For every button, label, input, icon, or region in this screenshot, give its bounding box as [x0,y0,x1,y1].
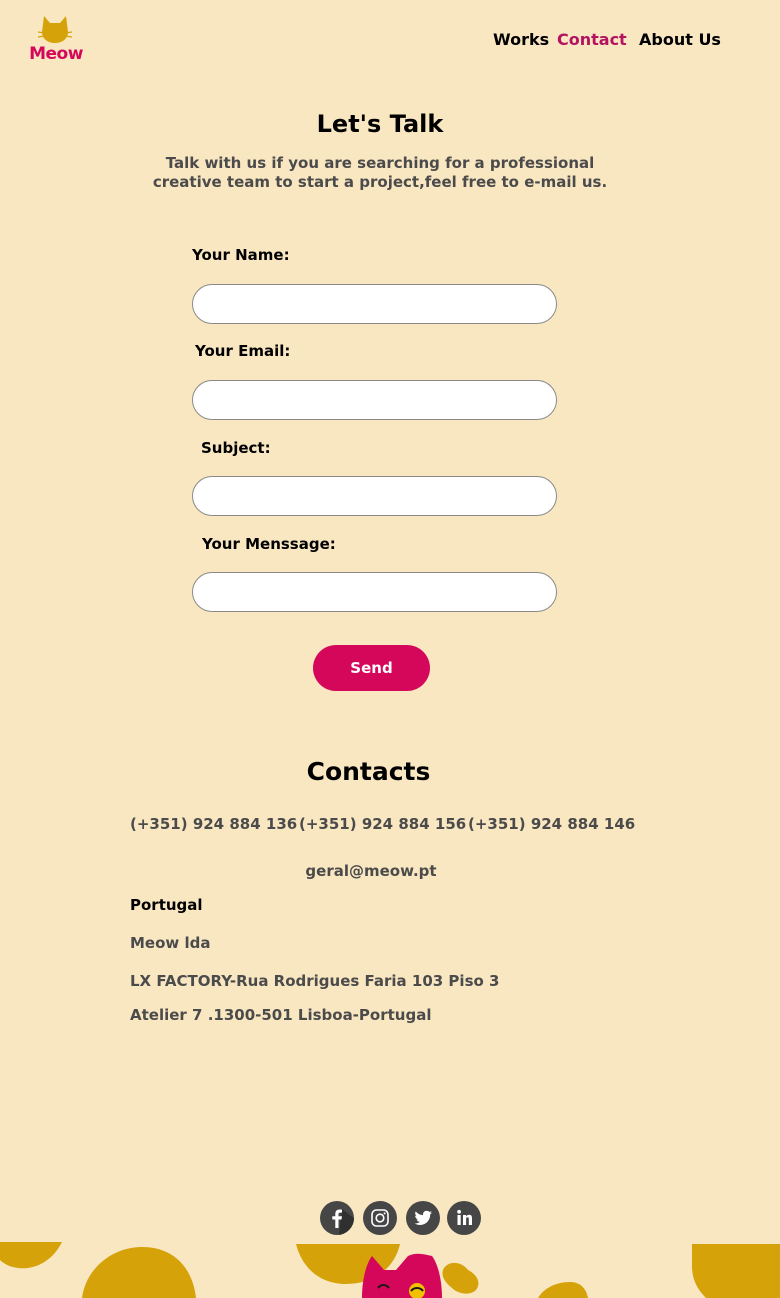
nav-link-about-us[interactable]: About Us [639,30,721,49]
contacts-title: Contacts [306,757,431,786]
subject-field[interactable] [192,476,557,516]
facebook-icon[interactable] [320,1201,354,1235]
address-line-2: Atelier 7 .1300-501 Lisboa-Portugal [130,1006,432,1024]
message-label: Your Menssage: [202,535,336,553]
phone-number[interactable]: (+351) 924 884 146 [468,815,635,833]
phone-number[interactable]: (+351) 924 884 156 [299,815,466,833]
address-country: Portugal [130,896,203,914]
company-name: Meow lda [130,934,211,952]
address-line-1: LX FACTORY-Rua Rodrigues Faria 103 Piso … [130,972,500,990]
phone-number[interactable]: (+351) 924 884 136 [130,815,297,833]
nav-link-works[interactable]: Works [493,30,549,49]
intro-text: Talk with us if you are searching for a … [152,154,608,191]
name-label: Your Name: [192,246,290,264]
subject-label: Subject: [201,439,271,457]
contact-email[interactable]: geral@meow.pt [0,862,742,880]
email-label: Your Email: [195,342,291,360]
instagram-icon[interactable] [363,1201,397,1235]
main-nav: Works Contact About Us [0,30,780,54]
linkedin-icon[interactable] [447,1201,481,1235]
page-title: Let's Talk [316,110,444,138]
name-field[interactable] [192,284,557,324]
nav-link-contact[interactable]: Contact [557,30,627,49]
twitter-icon[interactable] [406,1201,440,1235]
send-button[interactable]: Send [313,645,430,691]
message-field[interactable] [192,572,557,612]
email-field[interactable] [192,380,557,420]
footer-decoration [0,1242,780,1298]
